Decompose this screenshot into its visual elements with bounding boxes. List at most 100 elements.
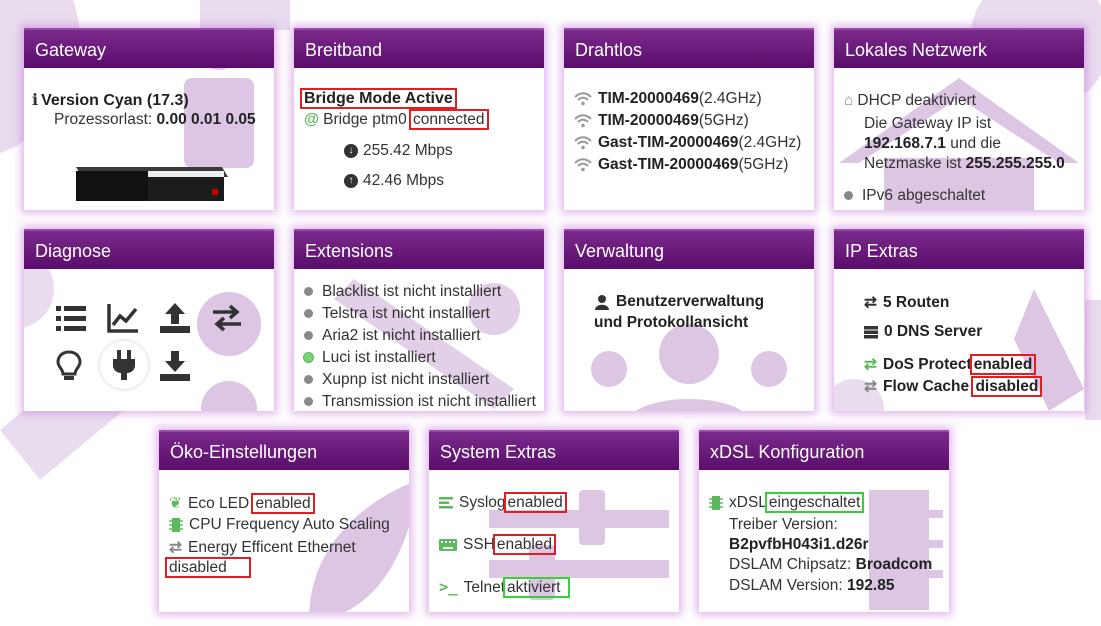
- ssh-status[interactable]: enabled: [492, 534, 557, 555]
- chip-icon: [169, 517, 183, 532]
- netmask-label: Netzmaske ist: [864, 155, 962, 172]
- cpu-load-value: 0.00 0.01 0.05: [156, 111, 256, 128]
- wifi-ssid: Gast-TIM-20000469: [598, 134, 739, 151]
- bridge-connection-status: connected: [409, 109, 489, 130]
- eco-led-status[interactable]: enabled: [251, 493, 315, 514]
- xdsl-card[interactable]: xDSL Konfiguration xDSL eingeschaltet Tre…: [699, 430, 949, 612]
- telnet-status[interactable]: aktiviert: [503, 577, 571, 598]
- ip-extras-card[interactable]: IP Extras ⇄ 5 Routen 0 DNS Server ⇄ DoS Pr…: [834, 229, 1084, 411]
- leaf-icon: ❦: [169, 495, 182, 512]
- card-title: xDSL Konfiguration: [699, 430, 949, 470]
- wifi-ssid: TIM-20000469: [598, 112, 699, 129]
- gateway-ip-suffix: und die: [950, 135, 1002, 152]
- plug-icon-button[interactable]: [100, 341, 148, 389]
- syslog-label: Syslog: [459, 494, 506, 511]
- ssh-label: SSH: [463, 536, 495, 553]
- admin-card[interactable]: Verwaltung Benutzerverwaltung und Protok…: [564, 229, 814, 411]
- flow-cache-label: Flow Cache: [883, 378, 970, 395]
- exchange-icon: ⇄: [864, 294, 877, 311]
- driver-version-label: Treiber Version:: [729, 516, 838, 533]
- wifi-band: (5GHz): [698, 112, 749, 129]
- status-dot: [304, 309, 313, 319]
- exchange-green-icon: ⇄: [864, 356, 877, 373]
- gateway-card[interactable]: Gateway i Version Cyan (17.3) Prozessorla…: [24, 28, 274, 210]
- dos-protect-label: DoS Protect: [883, 356, 972, 373]
- extension-label: Telstra ist nicht installiert: [322, 305, 490, 322]
- wifi-icon: [574, 134, 598, 151]
- wifi-ssid: TIM-20000469: [598, 90, 699, 107]
- driver-version: B2pvfbH043i1.d26r: [729, 536, 869, 553]
- plug-icon: [113, 350, 135, 380]
- wifi-icon: [574, 156, 598, 173]
- dslam-version-value: 192.85: [847, 577, 895, 594]
- broadband-card[interactable]: Breitband Bridge Mode Active @ Bridge ptm…: [294, 28, 544, 210]
- bridge-label: Bridge ptm0: [323, 111, 407, 128]
- user-management-label: Benutzerverwaltung: [616, 293, 765, 310]
- lan-card[interactable]: Lokales Netzwerk ⌂ DHCP deaktiviert Die G…: [834, 28, 1084, 210]
- wifi-network-item: Gast-TIM-20000469(2.4GHz): [574, 134, 801, 152]
- status-dot: [844, 191, 853, 201]
- cpu-scaling-label: CPU Frequency Auto Scaling: [189, 516, 390, 533]
- list-icon[interactable]: [54, 301, 88, 335]
- syslog-status[interactable]: enabled: [503, 492, 567, 513]
- eco-led-label: Eco LED: [188, 495, 250, 512]
- eee-label: Energy Efficent Ethernet: [188, 539, 356, 556]
- dslam-version-label: DSLAM Version:: [729, 577, 843, 594]
- status-dot: [304, 397, 313, 407]
- info-icon: i: [32, 90, 39, 109]
- eco-card[interactable]: Öko-Einstellungen ❦ Eco LED enabled CPU F…: [159, 430, 409, 612]
- wifi-icon: [574, 112, 598, 129]
- xdsl-status[interactable]: eingeschaltet: [764, 492, 865, 513]
- wifi-ssid: Gast-TIM-20000469: [598, 156, 739, 173]
- firmware-version: Version Cyan (17.3): [41, 92, 189, 109]
- log-view-label: und Protokollansicht: [594, 314, 749, 331]
- users-watermark-icon: [591, 324, 787, 411]
- download-icon[interactable]: [158, 349, 192, 383]
- transfer-icon[interactable]: [210, 301, 244, 335]
- at-icon: @: [304, 111, 320, 128]
- extensions-card[interactable]: Extensions Blacklist ist nicht installie…: [294, 229, 544, 411]
- dhcp-status: DHCP deaktiviert: [857, 92, 976, 109]
- status-dot: [304, 331, 313, 341]
- card-title: IP Extras: [834, 229, 1084, 269]
- terminal-icon: >_: [439, 578, 458, 596]
- exchange-gray-icon: ⇄: [169, 539, 182, 556]
- server-icon: [864, 325, 878, 339]
- chipset-value: Broadcom: [855, 556, 933, 573]
- system-extras-card[interactable]: System Extras Syslog enabled SSH enabled >…: [429, 430, 679, 612]
- dos-protect-status[interactable]: enabled: [969, 354, 1037, 375]
- flow-cache-status[interactable]: disabled: [971, 376, 1043, 397]
- exchange-gray-icon: ⇄: [864, 378, 877, 395]
- wifi-band: (2.4GHz): [738, 134, 802, 151]
- eee-status[interactable]: disabled: [165, 557, 251, 578]
- home-icon: ⌂: [844, 92, 854, 109]
- card-title: Drahtlos: [564, 28, 814, 68]
- keyboard-icon: [439, 538, 457, 551]
- extension-label: Blacklist ist nicht installiert: [322, 283, 502, 300]
- list-green-icon: [439, 496, 453, 509]
- download-speed: 255.42 Mbps: [363, 142, 453, 159]
- wifi-network-item: TIM-20000469(5GHz): [574, 112, 749, 130]
- wifi-band: (2.4GHz): [698, 90, 762, 107]
- extension-item: Telstra ist nicht installiert: [304, 305, 490, 323]
- extension-label: Xupnp ist nicht installiert: [322, 371, 490, 388]
- user-icon: [595, 294, 609, 310]
- download-icon: ↓: [344, 143, 358, 158]
- extension-label: Transmission ist nicht installiert: [322, 393, 536, 410]
- dns-server-count: 0 DNS Server: [884, 323, 983, 340]
- chart-icon[interactable]: [106, 301, 140, 335]
- status-dot: [304, 375, 313, 385]
- card-title: Extensions: [294, 229, 544, 269]
- ipv6-status: IPv6 abgeschaltet: [862, 187, 986, 204]
- gateway-ip-text: Die Gateway IP ist: [864, 115, 992, 132]
- card-title: Diagnose: [24, 229, 274, 269]
- status-dot: [304, 353, 313, 363]
- upload-icon[interactable]: [158, 301, 192, 335]
- bridge-mode-status: Bridge Mode Active: [300, 88, 457, 109]
- diagnose-card[interactable]: Diagnose: [24, 229, 274, 411]
- extension-item: Xupnp ist nicht installiert: [304, 371, 489, 389]
- netmask: 255.255.255.0: [965, 155, 1065, 172]
- card-title: Breitband: [294, 28, 544, 68]
- wireless-card[interactable]: Drahtlos TIM-20000469(2.4GHz) TIM-2000046…: [564, 28, 814, 210]
- lightbulb-icon[interactable]: [52, 349, 86, 383]
